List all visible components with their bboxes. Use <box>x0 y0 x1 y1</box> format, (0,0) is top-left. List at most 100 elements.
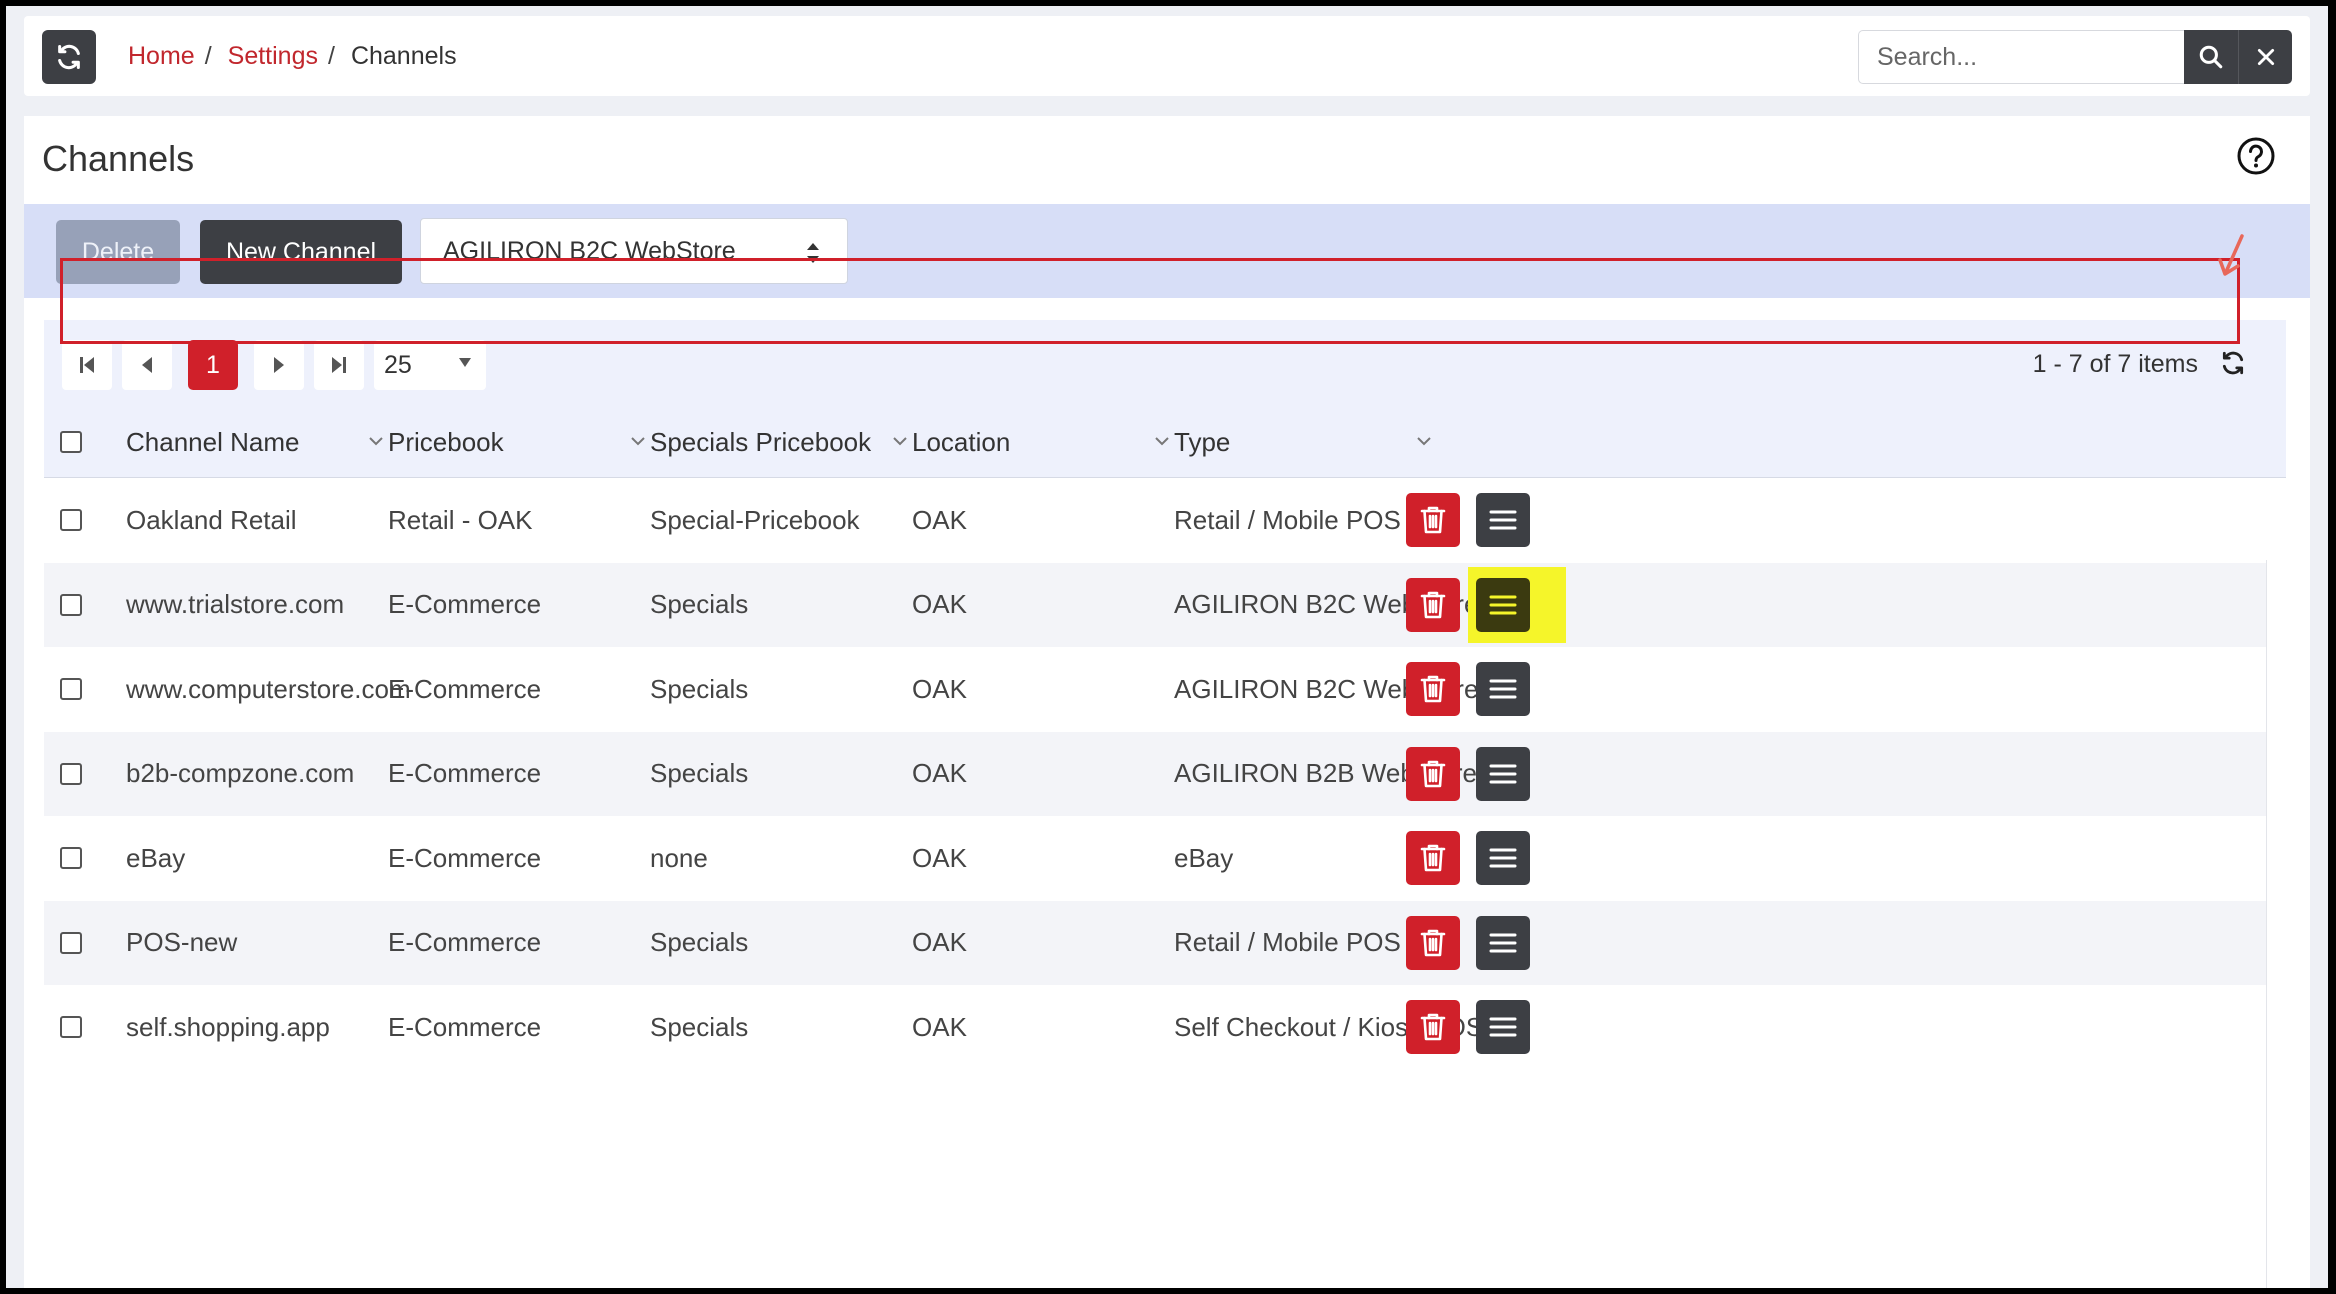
chevron-down-icon[interactable] <box>1416 436 1432 446</box>
row-menu-button[interactable] <box>1476 1000 1530 1054</box>
trash-icon <box>1420 591 1446 618</box>
column-header-channel-name[interactable]: Channel Name <box>126 406 299 478</box>
chevron-down-icon[interactable] <box>1154 436 1170 446</box>
delete-row-button[interactable] <box>1406 662 1460 716</box>
cell-name: Oakland Retail <box>126 504 297 535</box>
breadcrumb: Home / Settings / Channels <box>128 42 457 71</box>
table-row[interactable]: eBay E-Commerce none OAK eBay <box>44 816 2266 900</box>
column-header-specials-pricebook[interactable]: Specials Pricebook <box>650 406 871 478</box>
row-menu-button[interactable] <box>1476 662 1530 716</box>
search-icon <box>2199 45 2223 69</box>
row-menu-button[interactable] <box>1476 493 1530 547</box>
column-header-pricebook[interactable]: Pricebook <box>388 406 504 478</box>
cell-pricebook: E-Commerce <box>388 927 542 957</box>
column-header-location[interactable]: Location <box>912 406 1010 478</box>
row-checkbox[interactable] <box>60 678 82 700</box>
annotation-arrow-icon <box>2218 234 2244 276</box>
cell-name: POS-new <box>126 927 238 957</box>
trash-icon <box>1420 844 1446 872</box>
table-row[interactable]: POS-new E-Commerce Specials OAK Retail / Mob… <box>44 900 2266 985</box>
delete-row-button[interactable] <box>1406 493 1460 547</box>
trash-icon <box>1420 675 1446 703</box>
cell-location: OAK <box>912 589 967 619</box>
row-menu-button[interactable] <box>1476 746 1530 801</box>
select-all-checkbox[interactable] <box>60 431 82 453</box>
hamburger-menu-icon <box>1489 848 1517 868</box>
current-page-button[interactable]: 1 <box>188 340 238 390</box>
chevron-down-icon[interactable] <box>892 436 908 446</box>
delete-row-button[interactable] <box>1406 577 1460 632</box>
breadcrumb-separator: / <box>327 42 335 70</box>
search-bar <box>1858 30 2292 84</box>
refresh-icon <box>58 44 80 70</box>
new-channel-button[interactable]: New Channel <box>200 220 402 284</box>
prev-page-button[interactable] <box>122 340 172 390</box>
first-page-button[interactable] <box>62 340 112 390</box>
cell-pricebook: E-Commerce <box>388 1011 542 1042</box>
search-button[interactable] <box>2184 30 2238 84</box>
last-page-button[interactable] <box>314 340 364 390</box>
table-row[interactable]: b2b-compzone.com E-Commerce Specials OAK AGI… <box>44 731 2266 816</box>
row-checkbox[interactable] <box>60 1016 82 1038</box>
breadcrumb-home[interactable]: Home <box>128 42 195 71</box>
clear-search-button[interactable] <box>2238 30 2292 84</box>
delete-row-button[interactable] <box>1406 915 1460 970</box>
search-input[interactable] <box>1858 30 2184 84</box>
cell-name: self.shopping.app <box>126 1011 330 1042</box>
channel-type-select-value: AGILIRON B2C WebStore <box>443 236 736 265</box>
cell-location: OAK <box>912 1011 967 1042</box>
chevron-down-icon[interactable] <box>368 436 384 446</box>
cell-type: Retail / Mobile POS <box>1174 504 1401 535</box>
main-panel: Channels Delete New Channel AGILIRON B2C… <box>24 116 2310 1288</box>
cell-location: OAK <box>912 842 967 873</box>
cell-type: eBay <box>1174 842 1234 873</box>
delete-button[interactable]: Delete <box>56 220 180 284</box>
next-page-button[interactable] <box>254 340 304 390</box>
trash-icon <box>1420 506 1446 534</box>
hamburger-menu-icon <box>1489 933 1517 952</box>
vertical-scrollbar[interactable] <box>2266 560 2286 1288</box>
row-menu-button[interactable] <box>1476 831 1530 885</box>
cell-name: b2b-compzone.com <box>126 758 355 788</box>
hamburger-menu-icon <box>1489 1017 1517 1037</box>
table-row[interactable]: www.computerstore.com E-Commerce Specials O… <box>44 647 2266 731</box>
cell-location: OAK <box>912 758 967 788</box>
row-menu-button[interactable] <box>1476 915 1530 970</box>
row-checkbox[interactable] <box>60 931 82 954</box>
chevron-down-icon[interactable] <box>630 436 646 446</box>
cell-pricebook: E-Commerce <box>388 842 542 873</box>
channel-type-select[interactable]: AGILIRON B2C WebStore <box>420 218 848 284</box>
table-header: Channel Name Pricebook Specials Priceboo… <box>44 406 2286 478</box>
cell-pricebook: E-Commerce <box>388 758 542 788</box>
table-row[interactable]: self.shopping.app E-Commerce Specials OAK Se… <box>44 985 2266 1069</box>
chevron-down-icon <box>459 358 471 367</box>
refresh-icon[interactable] <box>2220 350 2246 376</box>
trash-icon <box>1420 929 1446 956</box>
hamburger-menu-icon <box>1489 595 1517 614</box>
breadcrumb-settings[interactable]: Settings <box>228 42 318 71</box>
row-checkbox[interactable] <box>60 762 82 785</box>
row-checkbox[interactable] <box>60 509 82 531</box>
cell-specials: Specials <box>650 589 749 619</box>
cell-pricebook: E-Commerce <box>388 673 542 704</box>
refresh-button[interactable] <box>42 30 96 84</box>
hamburger-menu-icon <box>1489 764 1517 783</box>
row-checkbox[interactable] <box>60 593 82 616</box>
cell-name: eBay <box>126 842 186 873</box>
pager-info: 1 - 7 of 7 items <box>2032 350 2198 378</box>
row-menu-button[interactable] <box>1476 577 1530 632</box>
table-row[interactable]: www.trialstore.com E-Commerce Specials OAK A… <box>44 562 2266 647</box>
column-header-type[interactable]: Type <box>1174 406 1230 478</box>
cell-specials: Specials <box>650 1011 749 1042</box>
sort-arrows-icon <box>807 243 819 263</box>
page-size-select[interactable]: 25 <box>374 340 486 390</box>
delete-row-button[interactable] <box>1406 1000 1460 1054</box>
help-circle-icon[interactable] <box>2236 136 2276 176</box>
row-checkbox[interactable] <box>60 847 82 869</box>
delete-row-button[interactable] <box>1406 831 1460 885</box>
table-row[interactable]: Oakland Retail Retail - OAK Special-Priceb… <box>44 478 2266 562</box>
close-icon <box>2257 48 2274 66</box>
delete-row-button[interactable] <box>1406 746 1460 801</box>
top-bar: Home / Settings / Channels <box>24 16 2310 96</box>
cell-pricebook: Retail - OAK <box>388 504 533 535</box>
